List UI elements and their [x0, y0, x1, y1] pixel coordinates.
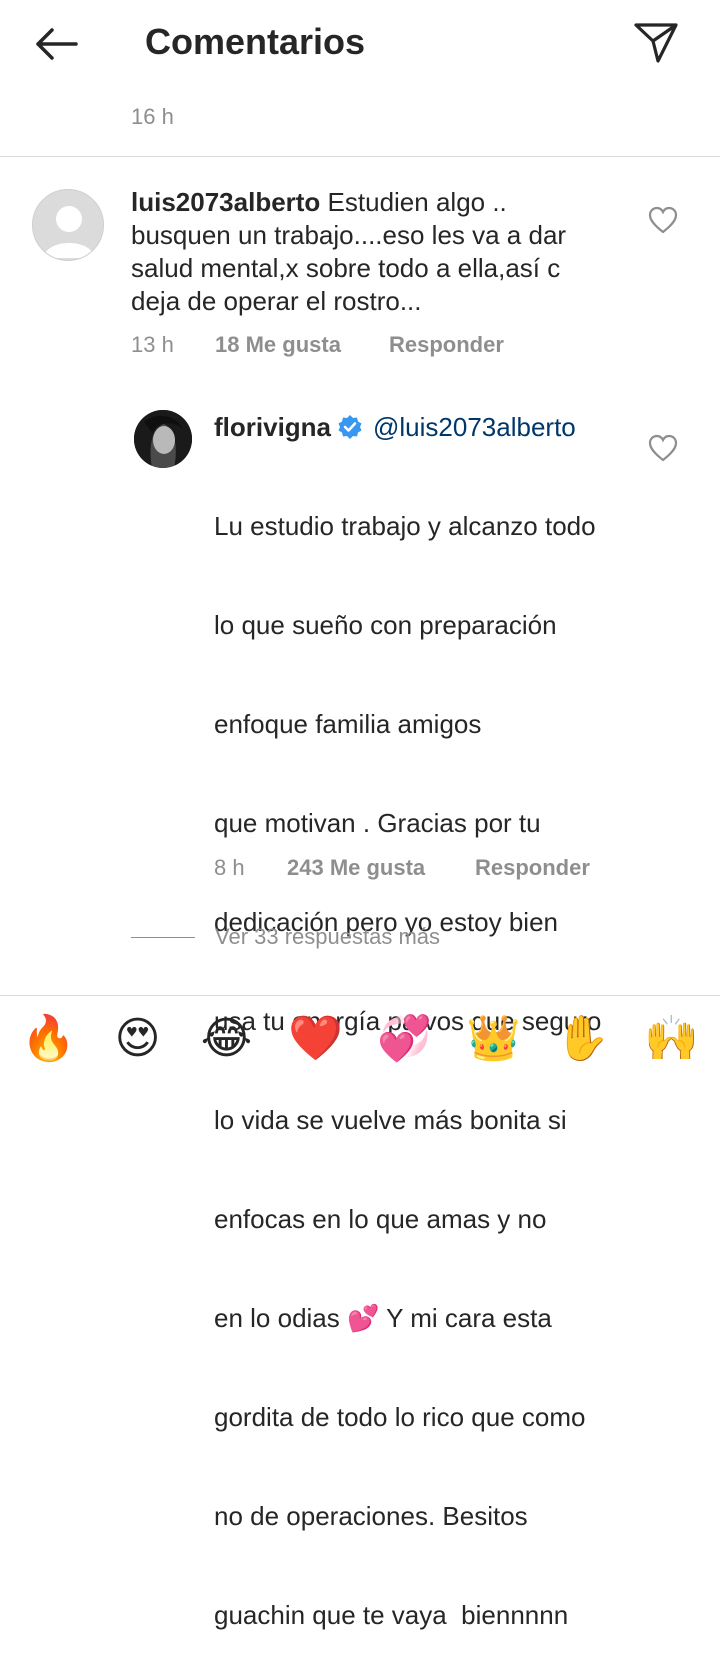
reply-line: guachin que te vaya biennnnn: [214, 1600, 569, 1630]
reply-button[interactable]: Responder: [389, 332, 504, 358]
reply-line: que motivan . Gracias por tu: [214, 808, 541, 838]
verified-badge-icon: [337, 414, 363, 448]
red-heart-emoji-button[interactable]: ❤️: [286, 1008, 346, 1068]
header-bar: Comentarios: [0, 0, 720, 88]
reply-username[interactable]: florivigna: [214, 412, 331, 442]
like-count-label: 243 Me gusta: [287, 855, 426, 880]
default-avatar-icon: [33, 190, 103, 260]
raised-hand-emoji-button[interactable]: ✋: [553, 1008, 613, 1068]
share-button[interactable]: [628, 18, 684, 68]
reply-line: enfoque familia amigos: [214, 709, 482, 739]
fire-emoji-button[interactable]: 🔥: [19, 1008, 79, 1068]
comment-username[interactable]: luis2073alberto: [131, 187, 320, 217]
comment-time: 13 h: [131, 332, 174, 357]
caption-timestamp: 16 h: [131, 104, 174, 129]
reply-line: lo que sueño con preparación: [214, 610, 557, 640]
avatar[interactable]: [32, 189, 104, 261]
avatar[interactable]: [134, 410, 192, 468]
reply-line: enfocas en lo que amas y no: [214, 1204, 547, 1234]
like-count[interactable]: 18 Me gusta: [215, 332, 341, 358]
heart-icon: [648, 434, 678, 462]
arrow-left-icon: [36, 28, 78, 60]
like-button[interactable]: [648, 434, 680, 464]
view-more-replies-button[interactable]: Ver 33 respuestas más: [131, 924, 440, 950]
heart-icon: [648, 206, 678, 234]
mention-link[interactable]: @luis2073alberto: [373, 412, 576, 442]
reply-line: lo vida se vuelve más bonita si: [214, 1105, 567, 1135]
reply-line: gordita de todo lo rico que como: [214, 1402, 586, 1432]
page-title: Comentarios: [145, 21, 366, 62]
reply-button[interactable]: Responder: [475, 855, 590, 881]
reply-line: Lu estudio trabajo y alcanzo todo: [214, 511, 596, 541]
crown-emoji-button[interactable]: 👑: [464, 1008, 524, 1068]
reply-label: Responder: [475, 855, 590, 880]
profile-photo-icon: [134, 410, 192, 468]
reply-label: Responder: [389, 332, 504, 357]
view-more-label: Ver 33 respuestas más: [215, 924, 441, 949]
like-count-label: 18 Me gusta: [215, 332, 341, 357]
tears-of-joy-emoji-button[interactable]: 😂: [197, 1008, 257, 1068]
paper-plane-icon: [634, 23, 678, 63]
reply-line: en lo odias 💕 Y mi cara esta: [214, 1303, 552, 1333]
heart-eyes-emoji-button[interactable]: 😍: [108, 1008, 168, 1068]
back-button[interactable]: [28, 22, 84, 66]
comment-body: luis2073alberto Estudien algo .. busquen…: [131, 186, 611, 318]
reply-line: no de operaciones. Besitos: [214, 1501, 528, 1531]
like-count[interactable]: 243 Me gusta: [287, 855, 425, 881]
reply-time: 8 h: [214, 855, 245, 880]
raising-hands-emoji-button[interactable]: 🙌: [642, 1008, 702, 1068]
revolving-hearts-emoji-button[interactable]: 💞: [375, 1008, 435, 1068]
emoji-bar: 🔥 😍 😂 ❤️ 💞 👑 ✋ 🙌: [0, 996, 720, 1080]
like-button[interactable]: [648, 206, 680, 236]
reply-header: florivigna @luis2073alberto: [214, 411, 634, 448]
divider: [0, 156, 720, 157]
divider: [131, 936, 195, 938]
